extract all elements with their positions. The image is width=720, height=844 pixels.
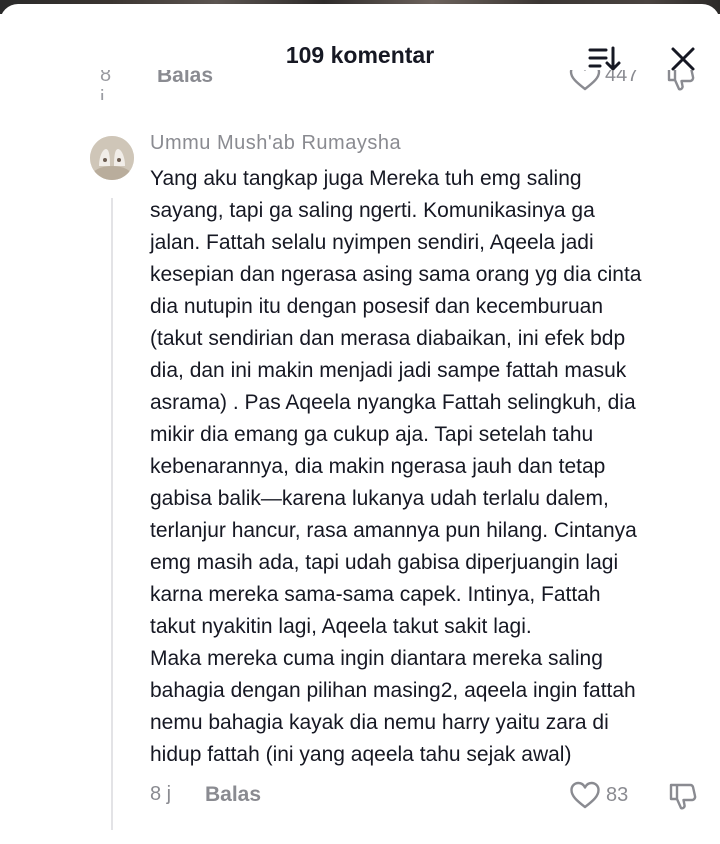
comment-time: 8 j bbox=[150, 783, 172, 805]
comment-line: karna mereka sama-sama capek. Intinya, F… bbox=[150, 583, 601, 606]
dislike-icon[interactable] bbox=[664, 70, 698, 94]
comment-line: asrama) . Pas Aqeela nyangka Fattah seli… bbox=[150, 391, 636, 414]
comment-line: emg masih ada, tapi udah gabisa diperjua… bbox=[150, 551, 619, 574]
comment-line: terlanjur hancur, rasa amannya pun hilan… bbox=[150, 519, 637, 542]
comment-line: mikir dia emang ga cukup aja. Tapi setel… bbox=[150, 423, 594, 446]
heart-icon[interactable] bbox=[569, 780, 601, 810]
comment-username[interactable]: Ummu Mush'ab Rumaysha bbox=[150, 132, 401, 155]
dislike-icon[interactable] bbox=[666, 779, 700, 813]
comment-line: gabisa balik—karena lukanya udah terlalu… bbox=[150, 487, 609, 510]
comment-line: nemu bahagia kayak dia nemu harry yaitu … bbox=[150, 711, 609, 734]
comment-line: hidup fattah (ini yang aqeela tahu sejak… bbox=[150, 743, 572, 766]
comment-line: (takut sendirian dan merasa diabaikan, i… bbox=[150, 327, 626, 350]
comment-line: dia nutupin itu dengan posesif dan kecem… bbox=[150, 295, 603, 318]
avatar[interactable] bbox=[90, 136, 134, 180]
avatar-image bbox=[90, 136, 134, 180]
comment-line: Yang aku tangkap juga Mereka tuh emg sal… bbox=[150, 167, 582, 190]
comments-header: 109 komentar bbox=[0, 14, 720, 74]
comment-line: jalan. Fattah selalu nyimpen sendiri, Aq… bbox=[150, 231, 594, 254]
heart-icon[interactable] bbox=[568, 70, 602, 92]
comment-line: takut nyakitin lagi, Aqeela takut sakit … bbox=[150, 615, 532, 638]
like-count: 83 bbox=[606, 784, 629, 806]
previous-reply-button[interactable]: Balas bbox=[157, 70, 213, 88]
comment-meta-row: 8 j Balas 83 bbox=[150, 780, 720, 814]
comment-line: kesepian dan ngerasa asing sama orang yg… bbox=[150, 263, 642, 286]
comment-line: dia, dan ini makin menjadi jadi sampe fa… bbox=[150, 359, 627, 382]
previous-like-count: 447 bbox=[605, 70, 639, 86]
previous-comment-time: 8 j bbox=[100, 70, 112, 100]
comment-line: kebenarannya, dia makin ngerasa jauh dan… bbox=[150, 455, 606, 478]
comment-line: sayang, tapi ga saling ngerti. Komunikas… bbox=[150, 199, 595, 222]
comment-text: Yang aku tangkap juga Mereka tuh emg sal… bbox=[150, 163, 715, 771]
thread-line bbox=[111, 198, 113, 830]
comment-line: bahagia dengan pilihan masing2, aqeela i… bbox=[150, 679, 636, 702]
reply-button[interactable]: Balas bbox=[205, 783, 261, 807]
comment-line: Maka mereka cuma ingin diantara mereka s… bbox=[150, 647, 603, 670]
previous-comment-meta: 8 j Balas 447 bbox=[100, 70, 720, 100]
